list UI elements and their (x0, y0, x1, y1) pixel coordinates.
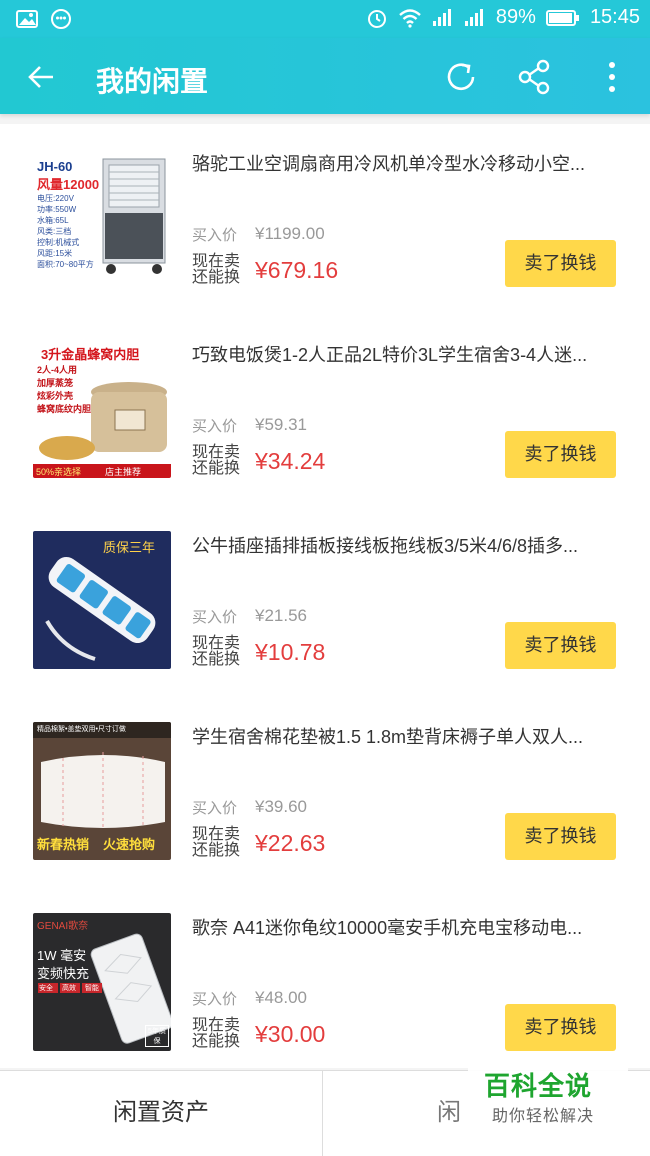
sell-button[interactable]: 卖了换钱 (505, 622, 616, 669)
watermark-title: 百科全说 (484, 1071, 593, 1101)
list-item[interactable]: GENAI歌奈 1W 毫安 变频快充 安全 高效 智能 5年质保 歌奈 A41迷… (0, 888, 650, 1079)
buy-price: ¥1199.00 (255, 224, 325, 243)
buy-price-label: 买入价 (192, 227, 238, 244)
thumb-tags: 安全 高效 智能 (39, 985, 99, 992)
thumb-specs: 电压:220V 功率:550W 水箱:65L 风类:三档 控制:机械式 风距:15米 面积:… (37, 194, 94, 269)
thumb-brand: GENAI歌奈 (37, 921, 89, 932)
idle-items-list: JH-60 风量12000 电压:220V 功率:550W 水箱:65L 风类:三档控… (0, 124, 650, 1068)
buy-price-label: 买入价 (192, 991, 238, 1008)
back-arrow-icon[interactable] (26, 62, 56, 92)
thumb-footer-left: 50%亲选择 (36, 467, 82, 477)
resale-label: 现在卖还能换 (192, 1017, 241, 1050)
resale-label: 现在卖还能换 (192, 253, 241, 286)
thumb-footer-right: 店主推荐 (105, 467, 142, 477)
product-thumbnail[interactable]: 精品棉絮•盖垫双用•尺寸订做 新春热销 火速抢购 (33, 722, 171, 860)
buy-price-label: 买入价 (192, 800, 238, 817)
buy-price: ¥39.60 (255, 797, 307, 816)
list-item[interactable]: 精品棉絮•盖垫双用•尺寸订做 新春热销 火速抢购 学生宿舍棉花垫被1.5 1.8… (0, 697, 650, 888)
buy-price-label: 买入价 (192, 418, 238, 435)
thumb-model: JH-60 (37, 159, 73, 174)
thumb-airflow: 风量12000 (37, 177, 100, 192)
tab-idle-assets[interactable]: 闲置资产 (0, 1071, 322, 1156)
emoji-notification-icon (51, 9, 71, 29)
thumb-line1: 1W 毫安 (37, 948, 87, 963)
list-item[interactable]: 质保三年 公牛插座插排插板接线板拖线板3/5米4/6/8插多... 买入价 ¥2… (0, 506, 650, 697)
thumb-headline: 3升金晶蜂窝内胆 (41, 347, 140, 362)
alarm-icon (367, 9, 386, 28)
item-title[interactable]: 公牛插座插排插板接线板拖线板3/5米4/6/8插多... (192, 532, 612, 558)
thumb-line2: 变频快充 (37, 966, 90, 981)
item-title[interactable]: 巧致电饭煲1-2人正品2L特价3L学生宿舍3-4人迷... (192, 341, 612, 367)
buy-price: ¥21.56 (255, 606, 307, 625)
product-thumbnail[interactable]: JH-60 风量12000 电压:220V 功率:550W 水箱:65L 风类:三档控… (33, 149, 171, 287)
thumb-top-text: 精品棉絮•盖垫双用•尺寸订做 (37, 726, 126, 733)
watermark-subtitle: 助你轻松解决 (492, 1108, 595, 1125)
sell-button[interactable]: 卖了换钱 (505, 813, 616, 860)
battery-icon (545, 9, 579, 26)
resale-label: 现在卖还能换 (192, 444, 241, 477)
buy-price: ¥48.00 (255, 988, 307, 1007)
more-options-icon[interactable] (602, 58, 622, 96)
sell-button[interactable]: 卖了换钱 (505, 240, 616, 287)
thumb-warranty: 5年质保 (145, 1025, 169, 1047)
product-thumbnail[interactable]: GENAI歌奈 1W 毫安 变频快充 安全 高效 智能 5年质保 (33, 913, 171, 1051)
watermark: 百科全说 助你轻松解决 (468, 1062, 628, 1134)
item-title[interactable]: 歌奈 A41迷你龟纹10000毫安手机充电宝移动电... (192, 914, 612, 940)
resale-label: 现在卖还能换 (192, 635, 241, 668)
product-thumbnail[interactable]: 质保三年 (33, 531, 171, 669)
sell-button[interactable]: 卖了换钱 (505, 1004, 616, 1051)
share-icon[interactable] (516, 58, 554, 96)
buy-price-label: 买入价 (192, 609, 238, 626)
item-title[interactable]: 骆驼工业空调扇商用冷风机单冷型水冷移动小空... (192, 150, 612, 176)
buy-price: ¥59.31 (255, 415, 307, 434)
clock-time: 15:45 (589, 6, 640, 28)
thumb-features: 2人-4人用 加厚蒸笼 炫彩外壳 蜂窝底纹内胆 (37, 365, 92, 414)
resale-price: ¥10.78 (255, 639, 326, 665)
thumb-badge: 质保三年 (103, 540, 156, 555)
thumb-bottom-right: 火速抢购 (103, 837, 156, 852)
battery-percent: 89% (495, 6, 536, 28)
resale-price: ¥30.00 (255, 1021, 326, 1047)
wifi-icon (399, 8, 421, 28)
list-item[interactable]: 3升金晶蜂窝内胆 2人-4人用 加厚蒸笼 炫彩外壳 蜂窝底纹内胆 50%亲选择 店主推… (0, 315, 650, 506)
item-title[interactable]: 学生宿舍棉花垫被1.5 1.8m垫背床褥子单人双人... (192, 723, 612, 749)
gallery-notification-icon (16, 10, 38, 28)
resale-price: ¥22.63 (255, 830, 326, 856)
list-item[interactable]: JH-60 风量12000 电压:220V 功率:550W 水箱:65L 风类:三档控… (0, 124, 650, 315)
product-thumbnail[interactable]: 3升金晶蜂窝内胆 2人-4人用 加厚蒸笼 炫彩外壳 蜂窝底纹内胆 50%亲选择 店主推… (33, 340, 171, 478)
app-bar: 我的闲置 (0, 38, 650, 114)
resale-price: ¥34.24 (255, 448, 326, 474)
signal-1-icon (432, 8, 451, 26)
sell-button[interactable]: 卖了换钱 (505, 431, 616, 478)
signal-2-icon (464, 8, 483, 26)
tab-idle-right-label: 闲 (437, 1099, 461, 1126)
resale-label: 现在卖还能换 (192, 826, 241, 859)
resale-price: ¥679.16 (255, 257, 339, 283)
page-title: 我的闲置 (96, 66, 209, 97)
refresh-icon[interactable] (442, 58, 480, 96)
thumb-bottom-left: 新春热销 (37, 837, 90, 852)
status-bar: 89% 15:45 (0, 0, 650, 38)
